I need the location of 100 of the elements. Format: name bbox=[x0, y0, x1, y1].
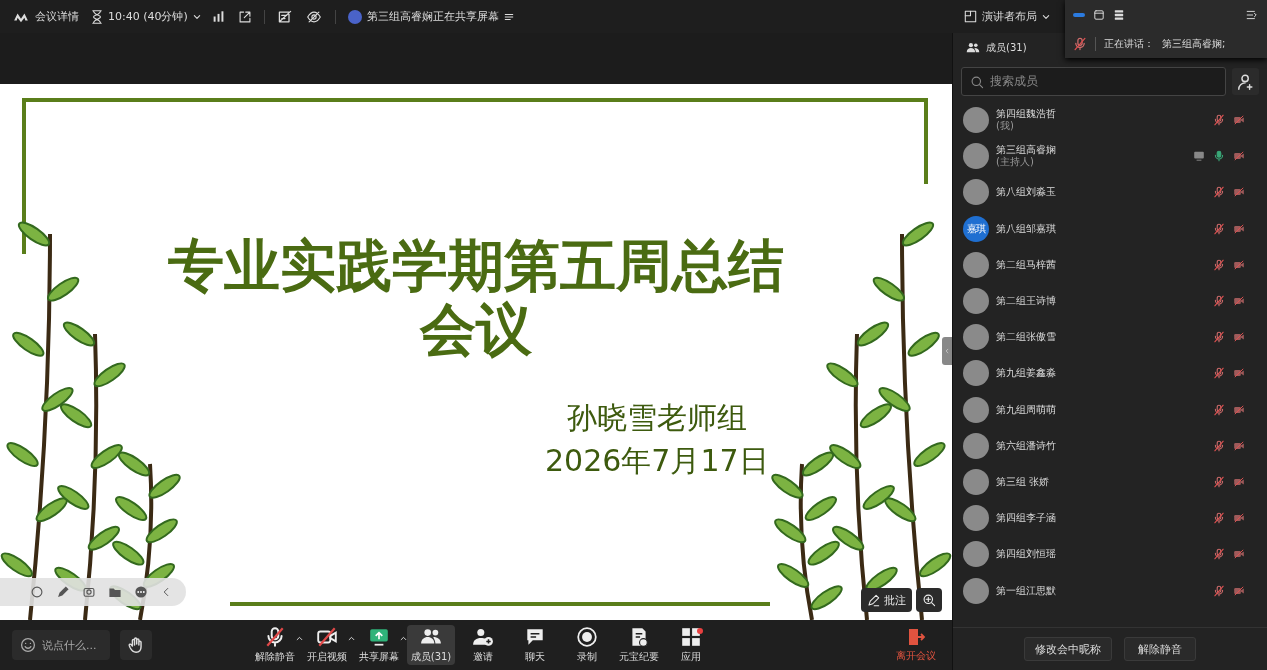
list-icon[interactable] bbox=[503, 11, 514, 22]
external-link-icon[interactable] bbox=[237, 9, 252, 24]
member-row[interactable]: 第四组李子涵 bbox=[953, 500, 1267, 537]
unmute-button[interactable]: 解除静音 bbox=[1124, 637, 1196, 661]
video-off-icon bbox=[1233, 475, 1245, 488]
chevron-left-icon bbox=[944, 347, 950, 355]
slide-date: 2026年7月17日 bbox=[545, 442, 769, 480]
apps-button[interactable]: 应用 bbox=[667, 625, 715, 665]
video-off-icon bbox=[1233, 150, 1245, 163]
member-name: 第一组江思默 bbox=[996, 584, 1057, 597]
member-row[interactable]: 第二组张傲雪 bbox=[953, 319, 1267, 356]
more-icon[interactable] bbox=[134, 585, 148, 599]
member-row[interactable]: 第二组马梓茜 bbox=[953, 246, 1267, 283]
member-name: 第二组张傲雪 bbox=[996, 331, 1057, 344]
invite-button[interactable]: 邀请 bbox=[459, 625, 507, 665]
avatar bbox=[963, 468, 989, 495]
speaking-label: 正在讲话： bbox=[1104, 36, 1154, 51]
crossed-out-icon[interactable] bbox=[276, 8, 293, 25]
video-off-icon bbox=[1233, 258, 1245, 271]
video-button[interactable]: 开启视频 bbox=[303, 625, 351, 665]
caret-icon bbox=[192, 12, 201, 21]
people-icon bbox=[965, 41, 981, 55]
chat-button[interactable]: 聊天 bbox=[511, 625, 559, 665]
avatar bbox=[963, 505, 989, 532]
search-field[interactable]: 搜索成员 bbox=[961, 67, 1226, 96]
video-off-icon bbox=[1233, 403, 1245, 416]
notes-button[interactable]: 元宝纪要 bbox=[615, 625, 663, 665]
member-name: 第二组马梓茜 bbox=[996, 258, 1057, 271]
member-row[interactable]: 第四组刘恒瑶 bbox=[953, 536, 1267, 573]
member-row[interactable]: 第六组潘诗竹 bbox=[953, 427, 1267, 464]
stack-icon[interactable] bbox=[1113, 8, 1125, 21]
record-icon[interactable] bbox=[30, 585, 44, 599]
leave-meeting-button[interactable]: 离开会议 bbox=[896, 627, 936, 663]
member-name: 第四组魏浩哲 bbox=[996, 108, 1057, 121]
mic-button[interactable]: 解除静音 bbox=[251, 625, 299, 665]
avatar bbox=[963, 396, 989, 423]
member-name: 第四组李子涵 bbox=[996, 512, 1057, 525]
member-name: 第四组刘恒瑶 bbox=[996, 548, 1057, 561]
screenshot-icon[interactable] bbox=[82, 585, 96, 599]
record-icon bbox=[576, 626, 598, 648]
members-button[interactable]: 成员(31) bbox=[407, 625, 455, 665]
raise-hand-button[interactable] bbox=[120, 630, 152, 660]
member-row[interactable]: 嘉琪 第八组邹嘉琪 bbox=[953, 210, 1267, 247]
member-name: 第八组刘淼玉 bbox=[996, 186, 1057, 199]
slide-title: 专业实践学期第五周总结会议 bbox=[167, 234, 785, 362]
hand-icon bbox=[127, 636, 145, 654]
layout-icon bbox=[964, 10, 977, 23]
caret-icon[interactable] bbox=[348, 635, 355, 642]
caret-icon[interactable] bbox=[296, 635, 303, 642]
member-row[interactable]: 第九组周萌萌 bbox=[953, 391, 1267, 428]
video-off-icon bbox=[1233, 114, 1245, 127]
video-off-icon bbox=[1233, 584, 1245, 597]
zoom-in-button[interactable] bbox=[916, 588, 942, 612]
member-name: 第八组邹嘉琪 bbox=[996, 222, 1057, 235]
muted-mic-icon bbox=[1073, 36, 1087, 51]
member-name: 第二组王诗博 bbox=[996, 295, 1057, 308]
collapse-handle[interactable] bbox=[942, 337, 952, 365]
add-person-icon bbox=[472, 626, 494, 648]
chat-input[interactable]: 说点什么... bbox=[12, 630, 110, 660]
caret-icon bbox=[1042, 12, 1050, 21]
member-row[interactable]: 第三组 张娇 bbox=[953, 463, 1267, 501]
grid-icon bbox=[680, 626, 702, 648]
member-row[interactable]: 第九组姜鑫淼 bbox=[953, 355, 1267, 392]
minimize-icon[interactable] bbox=[1073, 12, 1085, 17]
add-person-icon bbox=[1236, 72, 1255, 91]
sharing-notice: 第三组高睿娴正在共享屏幕 bbox=[366, 9, 499, 24]
invite-member-button[interactable] bbox=[1232, 68, 1259, 95]
meeting-info-link[interactable]: 会议详情 bbox=[35, 9, 79, 24]
layout-menu[interactable]: 演讲者布局 bbox=[982, 9, 1037, 24]
meeting-time[interactable]: 10:40 (40分钟) bbox=[108, 9, 188, 24]
avatar bbox=[963, 288, 989, 315]
member-row[interactable]: 第四组魏浩哲 (我) bbox=[953, 102, 1267, 139]
member-row[interactable]: 第八组刘淼玉 bbox=[953, 174, 1267, 211]
video-off-icon bbox=[1233, 548, 1245, 561]
window-icon[interactable] bbox=[1093, 8, 1105, 21]
video-off-icon bbox=[316, 626, 338, 648]
member-row[interactable]: 第一组江思默 bbox=[953, 572, 1267, 609]
member-row[interactable]: 第三组高睿娴 (主持人) bbox=[953, 138, 1267, 175]
caret-icon[interactable] bbox=[400, 635, 407, 642]
pen-icon[interactable] bbox=[56, 585, 70, 599]
search-icon bbox=[970, 74, 984, 89]
rename-button[interactable]: 修改会中昵称 bbox=[1024, 637, 1112, 661]
avatar bbox=[963, 432, 989, 459]
video-off-icon bbox=[1233, 331, 1245, 344]
video-off-icon bbox=[1233, 295, 1245, 308]
annotate-button[interactable]: 批注 bbox=[861, 588, 912, 612]
smiley-icon bbox=[20, 637, 36, 653]
avatar: 嘉琪 bbox=[963, 215, 989, 242]
pen-icon bbox=[867, 593, 880, 607]
record-button[interactable]: 录制 bbox=[563, 625, 611, 665]
screen-share-icon bbox=[368, 626, 390, 648]
hidden-icon[interactable] bbox=[304, 9, 323, 24]
member-name: 第六组潘诗竹 bbox=[996, 439, 1057, 452]
share-button[interactable]: 共享屏幕 bbox=[355, 625, 403, 665]
member-name: 第九组姜鑫淼 bbox=[996, 367, 1057, 380]
collapse-list-icon[interactable] bbox=[1245, 8, 1259, 21]
avatar bbox=[963, 179, 989, 206]
member-role: (我) bbox=[996, 120, 1015, 133]
avatar bbox=[963, 251, 989, 278]
member-row[interactable]: 第二组王诗博 bbox=[953, 282, 1267, 320]
